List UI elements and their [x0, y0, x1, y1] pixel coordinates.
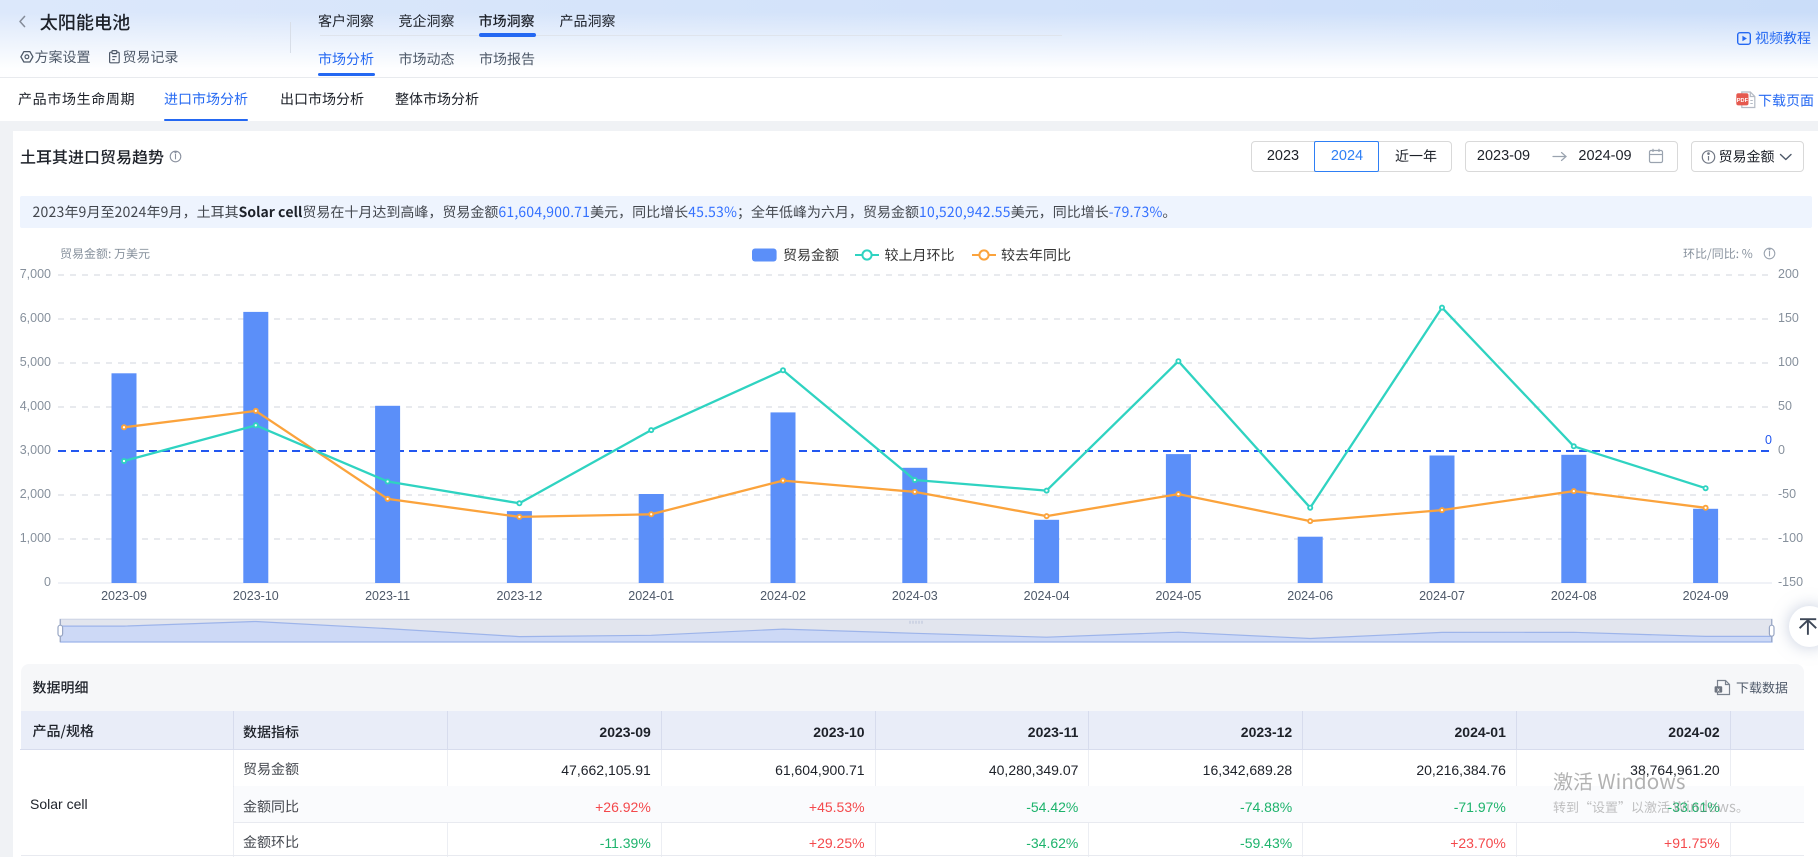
- svg-text:PDF: PDF: [1737, 98, 1749, 104]
- svg-text:x: x: [1717, 687, 1720, 693]
